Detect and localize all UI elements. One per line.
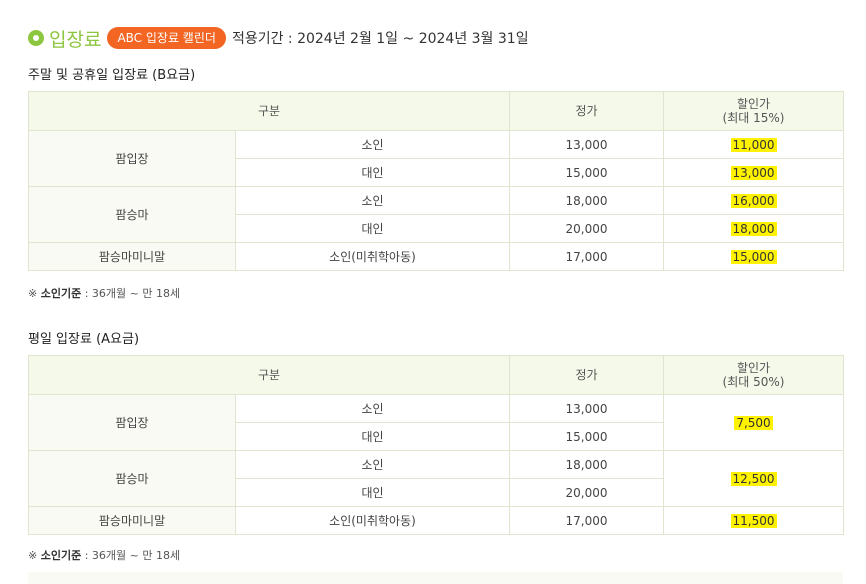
weekend-price-table: 구분 정가 할인가 (최대 15%) 팜입장 소인 13,000 11,000 … [28, 91, 844, 271]
page-title: 입장료 [49, 28, 102, 51]
ticket-type: 소인(미취학아동) [235, 506, 510, 535]
header-discount-label: 할인가 [736, 361, 771, 375]
discount-cell: 7,500 [663, 394, 844, 451]
ticket-type: 소인 [235, 130, 510, 159]
ticket-type: 소인 [235, 450, 510, 479]
ticket-type: 소인(미취학아동) [235, 242, 510, 271]
group-name: 팜입장 [28, 130, 236, 187]
table-row: 팜승마미니말 소인(미취학아동) 17,000 11,500 [28, 506, 844, 535]
section-title-weekend: 주말 및 공휴일 입장료 (B요금) [28, 68, 196, 83]
ticket-type: 대인 [235, 158, 510, 187]
discount-price: 11,000 [730, 137, 777, 152]
discount-cell: 18,000 [663, 214, 844, 243]
table-row: 팜승마 소인 18,000 16,000 [28, 186, 844, 243]
period-text: 적용기간 : 2024년 2월 1일 ~ 2024년 3월 31일 [231, 31, 529, 47]
discount-cell: 16,000 [663, 186, 844, 215]
group-name: 팜승마미니말 [28, 242, 236, 271]
section-title-weekday: 평일 입장료 (A요금) [28, 332, 140, 347]
discount-price: 12,500 [730, 471, 777, 486]
discount-cell: 13,000 [663, 158, 844, 187]
ticket-type: 소인 [235, 394, 510, 423]
note-mark: ※ [28, 549, 38, 562]
circle-bullet-icon [28, 30, 44, 46]
discount-price: 7,500 [734, 415, 773, 430]
header-category: 구분 [28, 355, 510, 395]
age-note: ※ 소인기준 : 36개월 ~ 만 18세 [28, 285, 180, 301]
table-header-row: 구분 정가 할인가 (최대 15%) [28, 91, 844, 131]
ticket-type: 대인 [235, 422, 510, 451]
ticket-type: 대인 [235, 478, 510, 507]
discount-cell: 11,000 [663, 130, 844, 159]
regular-price: 15,000 [509, 158, 664, 187]
group-name: 팜승마 [28, 450, 236, 507]
group-name: 팜입장 [28, 394, 236, 451]
group-name: 팜승마 [28, 186, 236, 243]
header-category: 구분 [28, 91, 510, 131]
regular-price: 17,000 [509, 242, 664, 271]
regular-price: 15,000 [509, 422, 664, 451]
discount-cell: 11,500 [663, 506, 844, 535]
age-note: ※ 소인기준 : 36개월 ~ 만 18세 [28, 547, 180, 563]
ticket-type: 대인 [235, 214, 510, 243]
regular-price: 18,000 [509, 450, 664, 479]
header-price: 정가 [509, 355, 664, 395]
regular-price: 20,000 [509, 214, 664, 243]
header-discount-label: 할인가 [736, 97, 771, 111]
discount-cell: 12,500 [663, 450, 844, 507]
table-row: 팜입장 소인 13,000 11,000 [28, 130, 844, 187]
page-header: 입장료 ABC 입장료 캘린더 적용기간 : 2024년 2월 1일 ~ 202… [28, 24, 529, 52]
table-row: 팜입장 소인 13,000 7,500 [28, 394, 844, 451]
note-mark: ※ [28, 287, 38, 300]
note-text: : 36개월 ~ 만 18세 [84, 549, 181, 562]
regular-price: 13,000 [509, 130, 664, 159]
regular-price: 13,000 [509, 394, 664, 423]
discount-price: 16,000 [730, 193, 777, 208]
discount-cell: 15,000 [663, 242, 844, 271]
discount-price: 11,500 [730, 513, 777, 528]
calendar-button[interactable]: ABC 입장료 캘린더 [107, 27, 226, 49]
note-label: 소인기준 [40, 287, 82, 300]
note-text: : 36개월 ~ 만 18세 [84, 287, 181, 300]
header-price: 정가 [509, 91, 664, 131]
regular-price: 18,000 [509, 186, 664, 215]
header-discount: 할인가 (최대 15%) [663, 91, 844, 131]
discount-price: 13,000 [730, 165, 777, 180]
discount-price: 18,000 [730, 221, 777, 236]
table-row: 팜승마 소인 18,000 12,500 [28, 450, 844, 507]
table-row: 팜승마미니말 소인(미취학아동) 17,000 15,000 [28, 242, 844, 271]
group-name: 팜승마미니말 [28, 506, 236, 535]
next-section-edge [28, 572, 843, 584]
note-label: 소인기준 [40, 549, 82, 562]
regular-price: 17,000 [509, 506, 664, 535]
regular-price: 20,000 [509, 478, 664, 507]
ticket-type: 소인 [235, 186, 510, 215]
table-header-row: 구분 정가 할인가 (최대 50%) [28, 355, 844, 395]
header-discount-rate: (최대 50%) [722, 375, 785, 389]
header-discount: 할인가 (최대 50%) [663, 355, 844, 395]
weekday-price-table: 구분 정가 할인가 (최대 50%) 팜입장 소인 13,000 7,500 대… [28, 355, 844, 535]
header-discount-rate: (최대 15%) [722, 111, 785, 125]
discount-price: 15,000 [730, 249, 777, 264]
